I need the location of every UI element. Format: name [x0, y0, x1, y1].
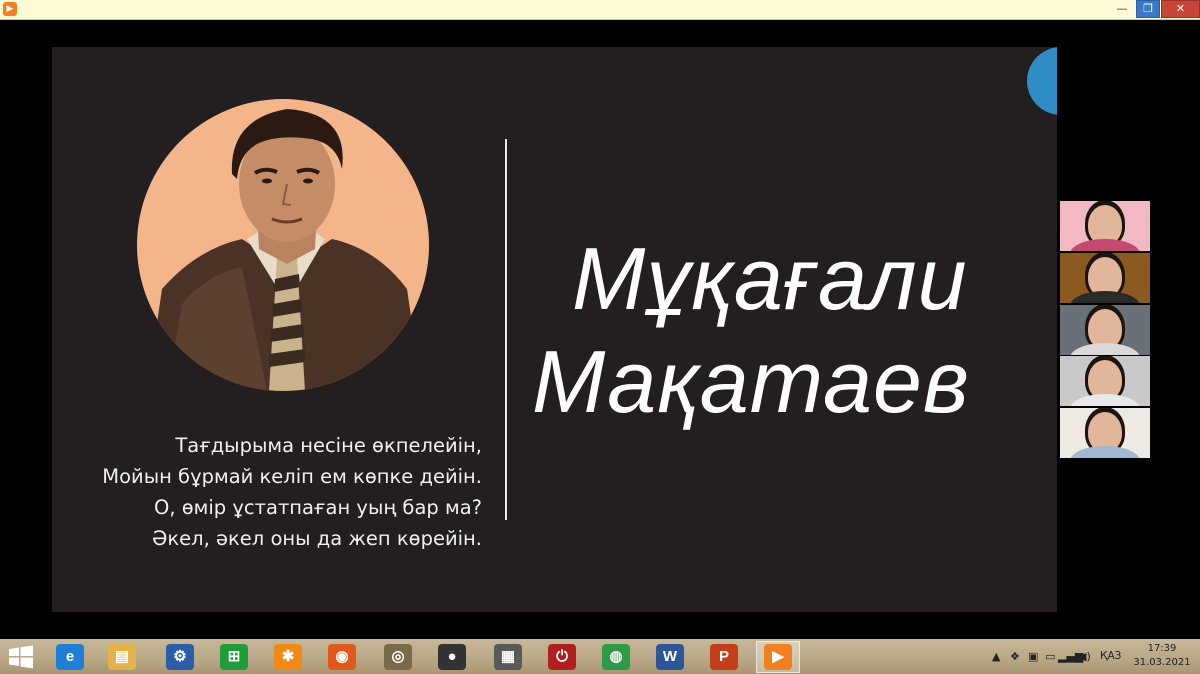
taskbar-button[interactable]: ◉	[320, 641, 364, 673]
app-icon: ▶	[3, 2, 17, 16]
poem-line: Тағдырыма несіне өкпелейін,	[175, 434, 482, 457]
volume-icon[interactable]: ◀)	[1078, 650, 1091, 663]
title-line-1: Мұқағали	[572, 229, 968, 328]
clock-time: 17:39	[1147, 643, 1177, 654]
settings-gear-icon: ✱	[274, 644, 302, 670]
taskbar-button[interactable]: W	[648, 641, 692, 673]
taskbar-button[interactable]: ⚙	[158, 641, 202, 673]
video-player-icon: ▶	[764, 644, 792, 670]
participant-video-thumbnail[interactable]	[1060, 201, 1150, 251]
taskbar-button[interactable]: ⊞	[212, 641, 256, 673]
media-app-icon: ◎	[384, 644, 412, 670]
vertical-divider	[505, 139, 507, 520]
taskbar-button[interactable]: ●	[430, 641, 474, 673]
restore-button[interactable]: ❐	[1136, 0, 1160, 18]
participant-body	[1070, 446, 1140, 458]
start-button[interactable]	[8, 645, 34, 669]
participant-body	[1070, 291, 1140, 303]
control-panel-icon: ⚙	[166, 644, 194, 670]
participant-video-thumbnail[interactable]	[1060, 356, 1150, 406]
store-icon: ⊞	[220, 644, 248, 670]
taskbar: e ▤ ⚙ ⊞ ✱ ◉ ◎ ● ▦ ⏻ ◍ W P ▶ ▲ ❖ ▣ ▭ ▂▄▆ ◀) ҚАЗ 17:39 …	[0, 639, 1200, 674]
taskbar-button[interactable]: ⏻	[540, 641, 584, 673]
participant-body	[1070, 394, 1140, 406]
show-hidden-icons-icon[interactable]: ▲	[992, 650, 1000, 663]
poem-line: О, өмір ұстатпаған уың бар ма?	[154, 496, 482, 519]
corner-decoration	[1027, 47, 1057, 115]
system-clock[interactable]: 17:39 31.03.2021	[1130, 642, 1194, 670]
window-title-bar: ▶ — ❐ ✕	[0, 0, 1200, 20]
participant-video-thumbnail[interactable]	[1060, 408, 1150, 458]
taskbar-button[interactable]: e	[48, 641, 92, 673]
taskbar-button[interactable]: ▤	[100, 641, 144, 673]
firefox-icon: ◉	[328, 644, 356, 670]
device-icon[interactable]: ▣	[1028, 650, 1038, 663]
dropbox-icon[interactable]: ❖	[1010, 650, 1020, 663]
taskbar-button[interactable]: ▶	[756, 641, 800, 673]
utility-app-icon: ▦	[494, 644, 522, 670]
word-icon: W	[656, 644, 684, 670]
participant-body	[1070, 343, 1140, 355]
poem-line: Мойын бұрмай келіп ем көпке дейін.	[102, 465, 482, 488]
title-line-2: Мақатаев	[532, 332, 970, 431]
internet-explorer-icon: e	[56, 644, 84, 670]
speaker-app-icon: ●	[438, 644, 466, 670]
taskbar-button[interactable]: ▦	[486, 641, 530, 673]
poem-text: Тағдырыма несіне өкпелейін, Мойын бұрмай…	[52, 430, 482, 554]
taskbar-button[interactable]: ◎	[376, 641, 420, 673]
chrome-icon: ◍	[602, 644, 630, 670]
participant-video-thumbnail[interactable]	[1060, 305, 1150, 355]
presentation-slide: Мұқағали Мақатаев Тағдырыма несіне өкпел…	[52, 47, 1057, 612]
taskbar-button[interactable]: ✱	[266, 641, 310, 673]
portrait-illustration	[147, 109, 422, 391]
participant-body	[1070, 239, 1140, 251]
power-app-icon: ⏻	[548, 644, 576, 670]
battery-icon[interactable]: ▭	[1045, 650, 1055, 663]
close-button[interactable]: ✕	[1161, 0, 1200, 18]
participant-video-thumbnail[interactable]	[1060, 253, 1150, 303]
powerpoint-icon: P	[710, 644, 738, 670]
portrait-photo	[137, 99, 429, 391]
clock-date: 31.03.2021	[1133, 657, 1191, 668]
taskbar-button[interactable]: ◍	[594, 641, 638, 673]
minimize-button[interactable]: —	[1109, 0, 1135, 18]
slide-title: Мұқағали Мақатаев	[532, 227, 1032, 433]
file-explorer-icon: ▤	[108, 644, 136, 670]
taskbar-button[interactable]: P	[702, 641, 746, 673]
poem-line: Әкел, әкел оны да жеп көрейін.	[152, 527, 482, 550]
windows-logo-icon	[9, 645, 33, 669]
language-indicator[interactable]: ҚАЗ	[1100, 650, 1121, 662]
